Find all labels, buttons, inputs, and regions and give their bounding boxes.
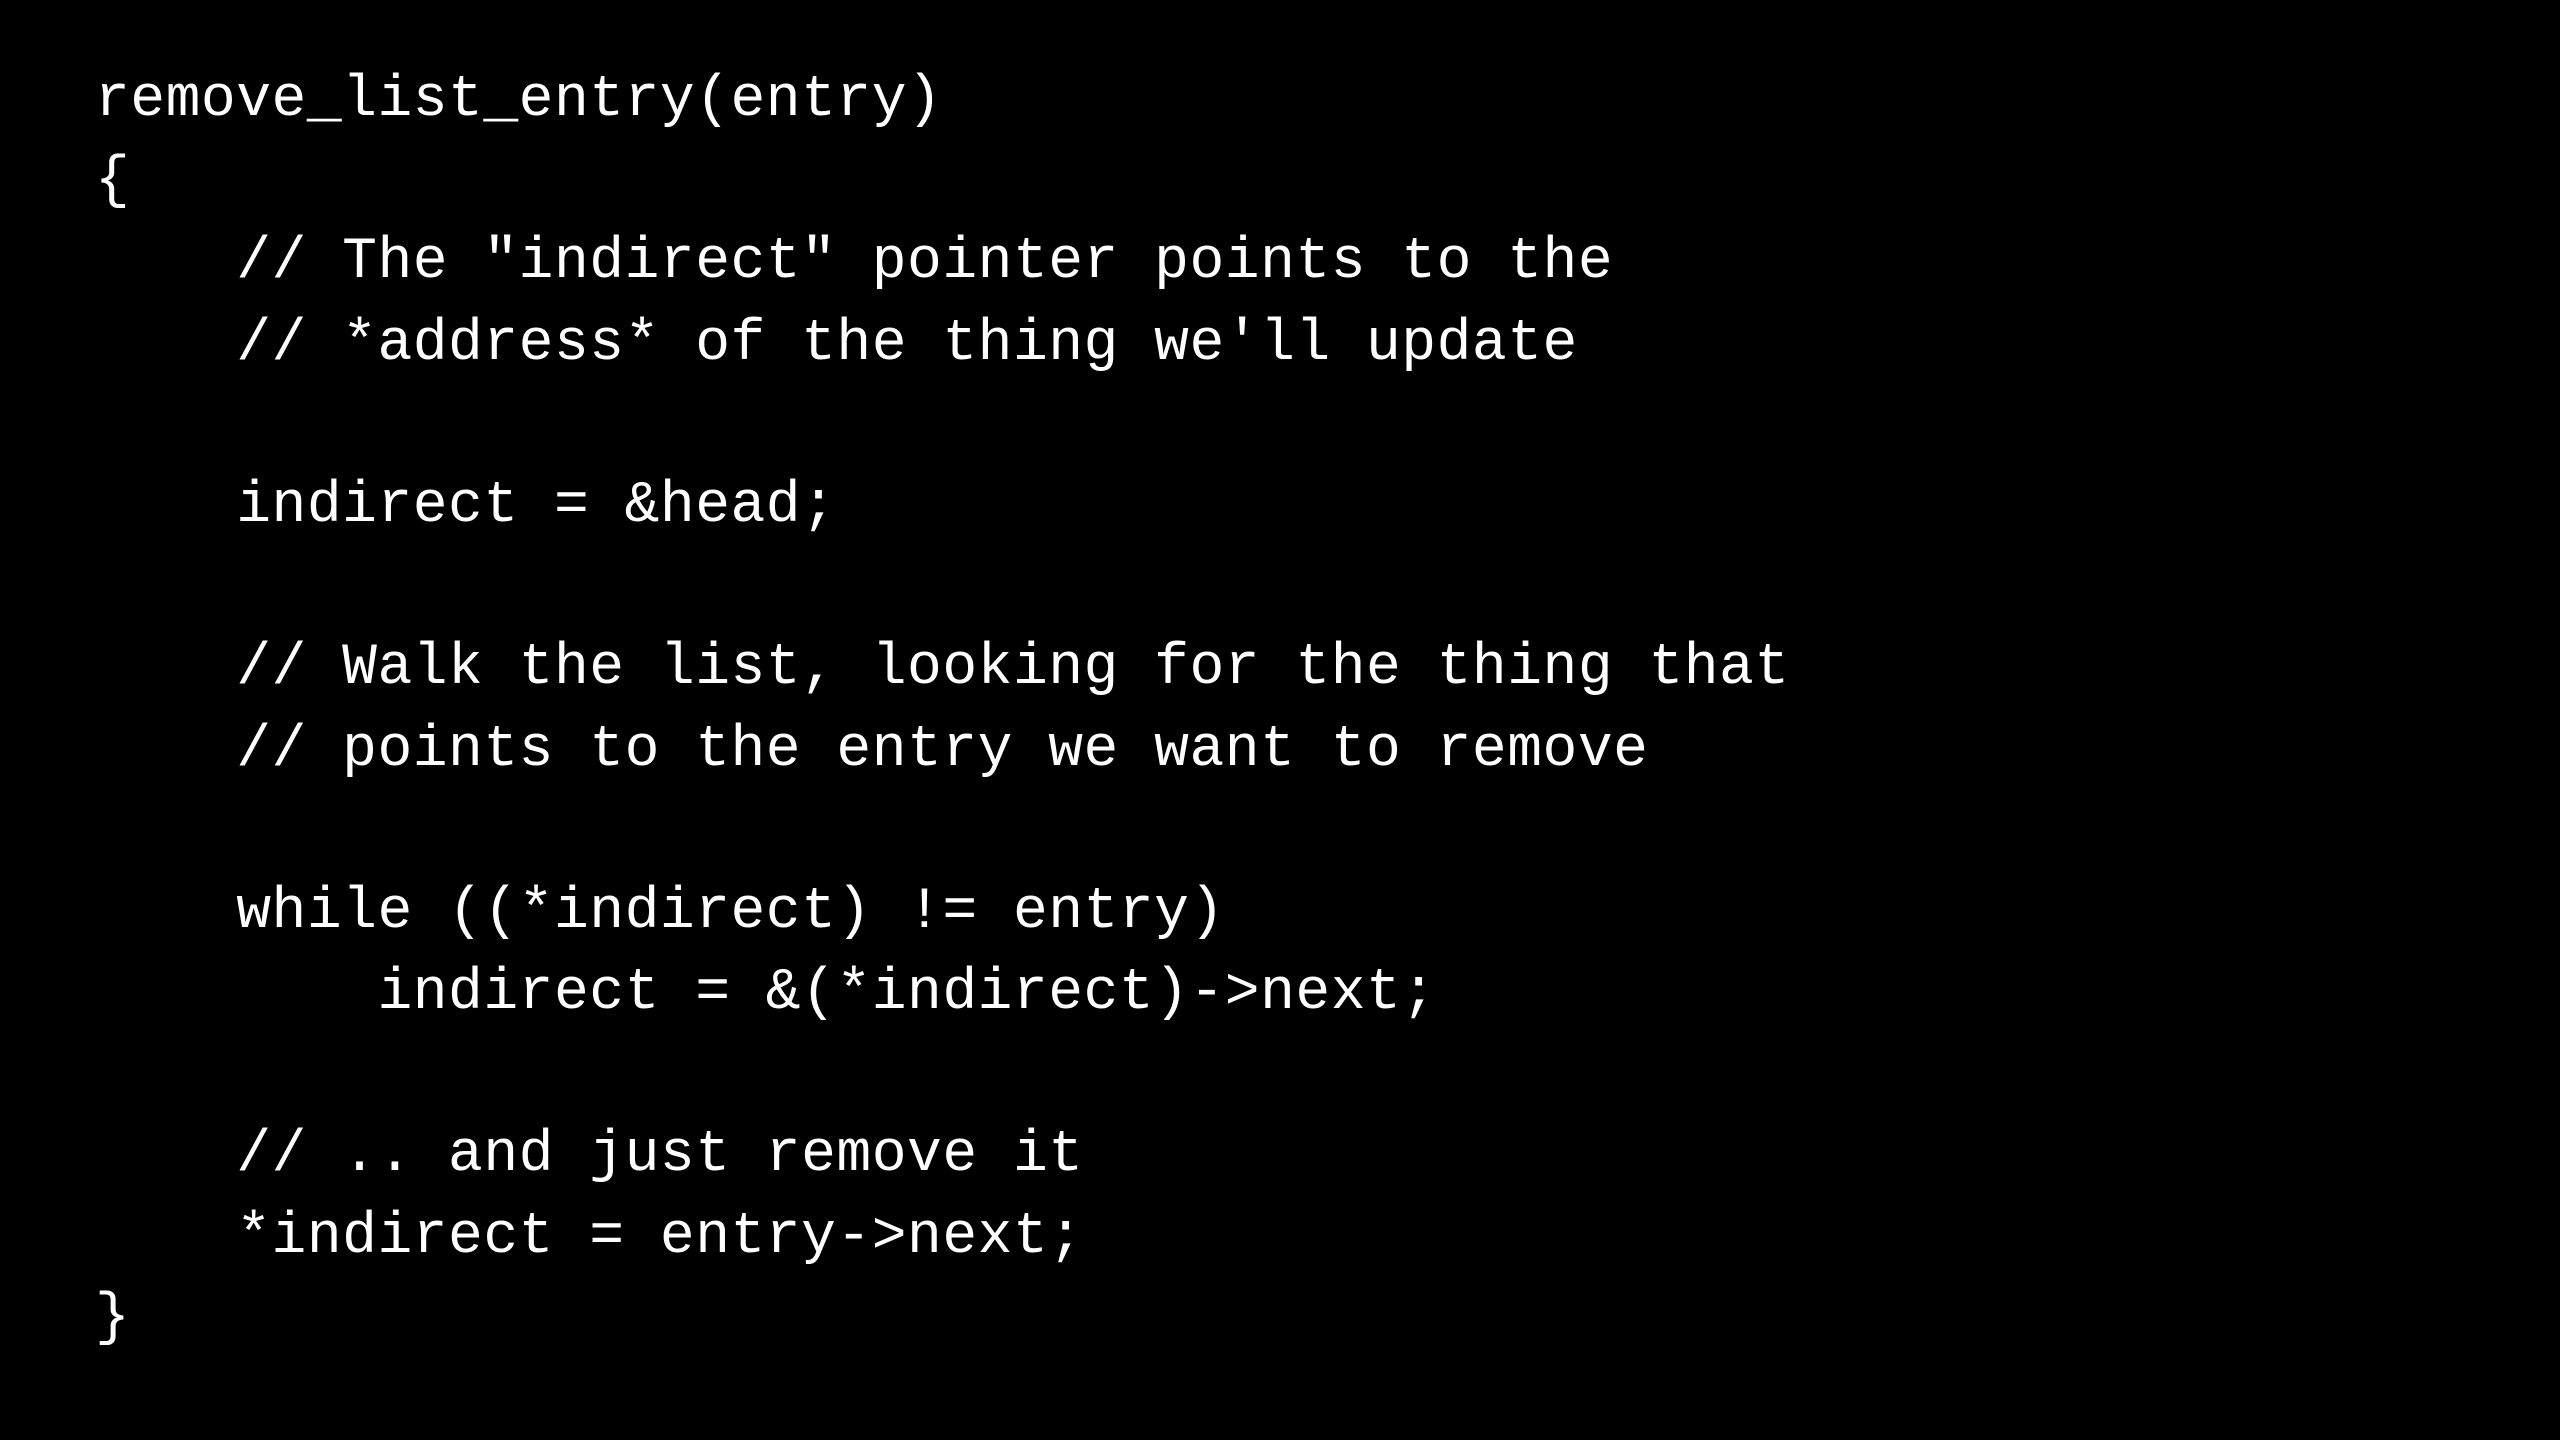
code-block: remove_list_entry(entry) { // The "indir… <box>95 60 1790 1359</box>
